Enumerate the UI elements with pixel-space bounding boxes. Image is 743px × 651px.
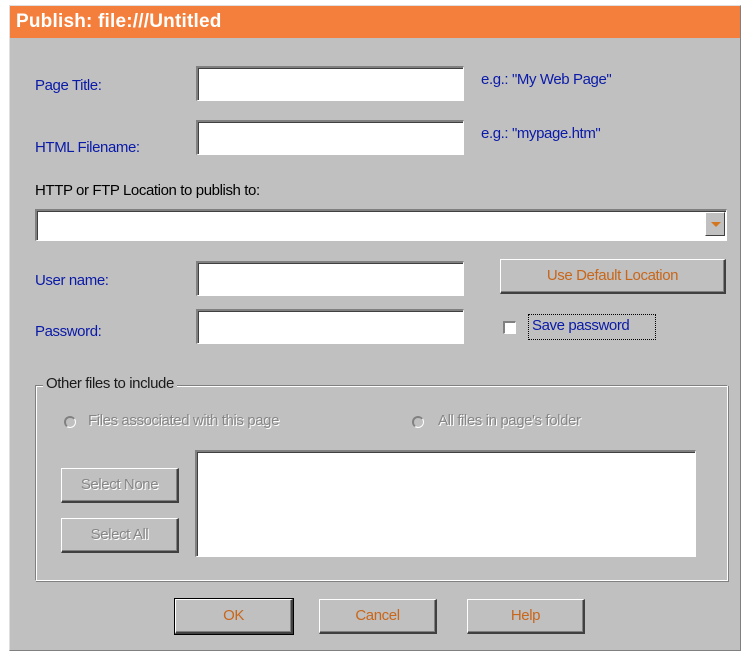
select-none-button[interactable]: Select None xyxy=(61,468,179,503)
html-filename-label: HTML Filename: xyxy=(35,139,140,156)
user-name-label: User name: xyxy=(35,272,109,289)
user-name-input[interactable] xyxy=(196,261,464,296)
location-dropdown-button[interactable] xyxy=(705,212,725,236)
files-associated-label[interactable]: Files associated with this page xyxy=(88,412,279,429)
all-files-folder-label[interactable]: All files in page's folder xyxy=(438,412,581,429)
html-filename-input[interactable] xyxy=(196,120,464,155)
location-label: HTTP or FTP Location to publish to: xyxy=(35,182,260,199)
help-button[interactable]: Help xyxy=(467,599,585,634)
page-title-label: Page Title: xyxy=(35,77,102,94)
all-files-folder-radio[interactable] xyxy=(412,416,424,428)
files-associated-radio[interactable] xyxy=(64,416,76,428)
password-input[interactable] xyxy=(196,309,464,344)
page-title-input[interactable] xyxy=(196,66,464,101)
publish-dialog: Publish: file:///Untitled Page Title: e.… xyxy=(9,5,741,651)
location-combobox[interactable] xyxy=(35,209,727,241)
save-password-label[interactable]: Save password xyxy=(532,317,630,334)
cancel-button[interactable]: Cancel xyxy=(319,599,437,634)
files-listbox[interactable] xyxy=(195,450,696,557)
chevron-down-icon xyxy=(711,222,721,227)
dialog-title: Publish: file:///Untitled xyxy=(10,6,740,38)
password-label: Password: xyxy=(35,323,102,340)
save-password-checkbox[interactable] xyxy=(503,321,516,334)
ok-button[interactable]: OK xyxy=(174,598,294,635)
html-filename-hint: e.g.: "mypage.htm" xyxy=(481,125,601,142)
use-default-location-button[interactable]: Use Default Location xyxy=(500,259,726,294)
other-files-group-title: Other files to include xyxy=(43,375,177,392)
select-all-button[interactable]: Select All xyxy=(61,518,179,553)
page-title-hint: e.g.: "My Web Page" xyxy=(481,71,612,88)
